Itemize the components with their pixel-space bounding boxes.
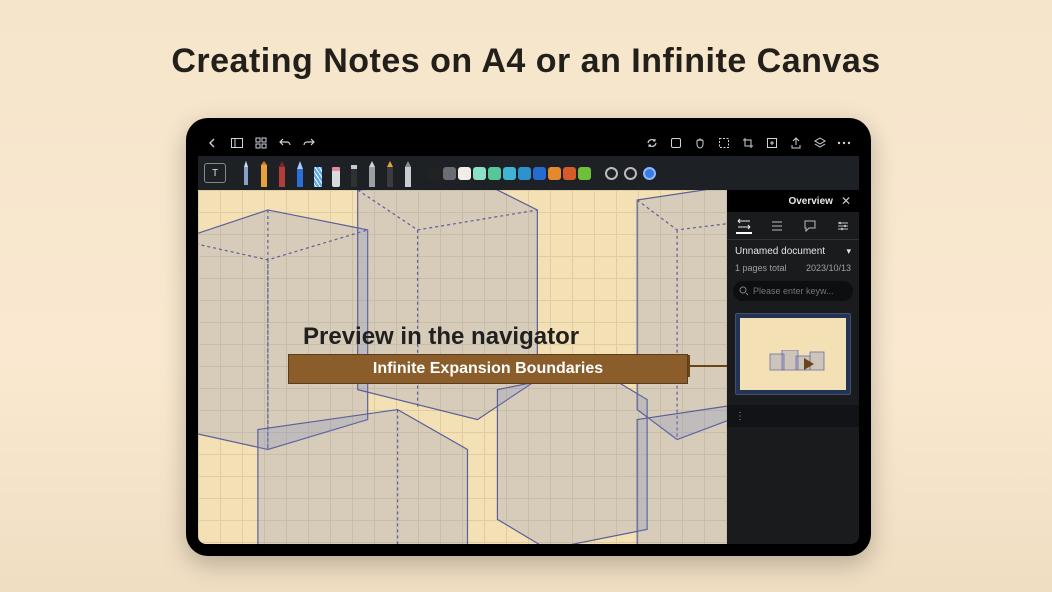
swatch-4[interactable] bbox=[473, 167, 486, 180]
search-input[interactable] bbox=[753, 286, 859, 296]
select-icon[interactable] bbox=[717, 136, 731, 150]
content-row: Preview in the navigator Infinite Expans… bbox=[198, 190, 859, 544]
page-title: Creating Notes on A4 or an Infinite Canv… bbox=[0, 42, 1052, 81]
swatch-10[interactable] bbox=[563, 167, 576, 180]
color-swatches bbox=[428, 167, 591, 180]
pen-tool-4[interactable] bbox=[293, 159, 307, 187]
tab-thumbnails-icon[interactable] bbox=[736, 218, 752, 234]
footer-more-icon[interactable]: ⋮ bbox=[735, 411, 745, 422]
back-icon[interactable] bbox=[206, 136, 220, 150]
search-row[interactable] bbox=[733, 281, 853, 301]
page-thumbnail[interactable] bbox=[735, 313, 851, 395]
layers-icon[interactable] bbox=[813, 136, 827, 150]
panel-layout-icon[interactable] bbox=[230, 136, 244, 150]
overview-tabs bbox=[727, 212, 859, 240]
app-screen: T bbox=[198, 130, 859, 544]
stroke-medium[interactable] bbox=[624, 167, 637, 180]
overview-title: Overview bbox=[788, 196, 832, 207]
document-date: 2023/10/13 bbox=[806, 263, 851, 273]
insert-icon[interactable] bbox=[765, 136, 779, 150]
pen-tool-2[interactable] bbox=[257, 159, 271, 187]
close-icon[interactable]: ✕ bbox=[841, 194, 851, 208]
shape-icon[interactable] bbox=[669, 136, 683, 150]
sub-banner: Infinite Expansion Boundaries bbox=[288, 354, 688, 384]
drawing-canvas[interactable]: Preview in the navigator Infinite Expans… bbox=[198, 190, 727, 544]
share-icon[interactable] bbox=[789, 136, 803, 150]
stroke-small[interactable] bbox=[605, 167, 618, 180]
tab-outline-icon[interactable] bbox=[769, 218, 785, 234]
tablet-frame: T bbox=[186, 118, 871, 556]
more-icon[interactable] bbox=[837, 136, 851, 150]
document-meta: 1 pages total 2023/10/13 bbox=[727, 263, 859, 279]
search-icon bbox=[739, 286, 749, 296]
sync-icon[interactable] bbox=[645, 136, 659, 150]
undo-icon[interactable] bbox=[278, 136, 292, 150]
stroke-large-selected[interactable] bbox=[643, 167, 656, 180]
grid-menu-icon[interactable] bbox=[254, 136, 268, 150]
tab-comments-icon[interactable] bbox=[802, 218, 818, 234]
swatch-8[interactable] bbox=[533, 167, 546, 180]
preview-title: Preview in the navigator bbox=[303, 323, 579, 351]
overview-footer: ⋮ bbox=[727, 405, 859, 427]
thumbnail-sketch bbox=[768, 350, 830, 374]
pencil-tool[interactable] bbox=[365, 159, 379, 187]
document-name: Unnamed document bbox=[735, 246, 825, 257]
text-tool[interactable]: T bbox=[204, 163, 226, 183]
swatch-2[interactable] bbox=[443, 167, 456, 180]
swatch-7[interactable] bbox=[518, 167, 531, 180]
tool-row: T bbox=[198, 156, 859, 190]
thumbnail-paper bbox=[740, 318, 846, 390]
crop-icon[interactable] bbox=[741, 136, 755, 150]
swatch-1[interactable] bbox=[428, 167, 441, 180]
pen-tool-5[interactable] bbox=[311, 159, 325, 187]
app-top-toolbar bbox=[198, 130, 859, 156]
eraser-tool-2[interactable] bbox=[347, 159, 361, 187]
swatch-6[interactable] bbox=[503, 167, 516, 180]
tab-settings-icon[interactable] bbox=[835, 218, 851, 234]
marker-tool-2[interactable] bbox=[401, 159, 415, 187]
document-name-row[interactable]: Unnamed document ▾ bbox=[727, 240, 859, 263]
swatch-11[interactable] bbox=[578, 167, 591, 180]
swatch-5[interactable] bbox=[488, 167, 501, 180]
pen-tool-3[interactable] bbox=[275, 159, 289, 187]
chevron-down-icon[interactable]: ▾ bbox=[846, 246, 851, 257]
pages-count: 1 pages total bbox=[735, 263, 787, 273]
eraser-tool-1[interactable] bbox=[329, 159, 343, 187]
hand-icon[interactable] bbox=[693, 136, 707, 150]
swatch-3[interactable] bbox=[458, 167, 471, 180]
marker-tool-1[interactable] bbox=[383, 159, 397, 187]
redo-icon[interactable] bbox=[302, 136, 316, 150]
pen-tool-1[interactable] bbox=[239, 159, 253, 187]
thumbnail-arrow-icon bbox=[804, 358, 814, 370]
stroke-size-group bbox=[605, 167, 656, 180]
swatch-9[interactable] bbox=[548, 167, 561, 180]
overview-header: Overview ✕ bbox=[727, 190, 859, 212]
overview-panel: Overview ✕ bbox=[727, 190, 859, 544]
annotation-arrow bbox=[688, 365, 727, 367]
